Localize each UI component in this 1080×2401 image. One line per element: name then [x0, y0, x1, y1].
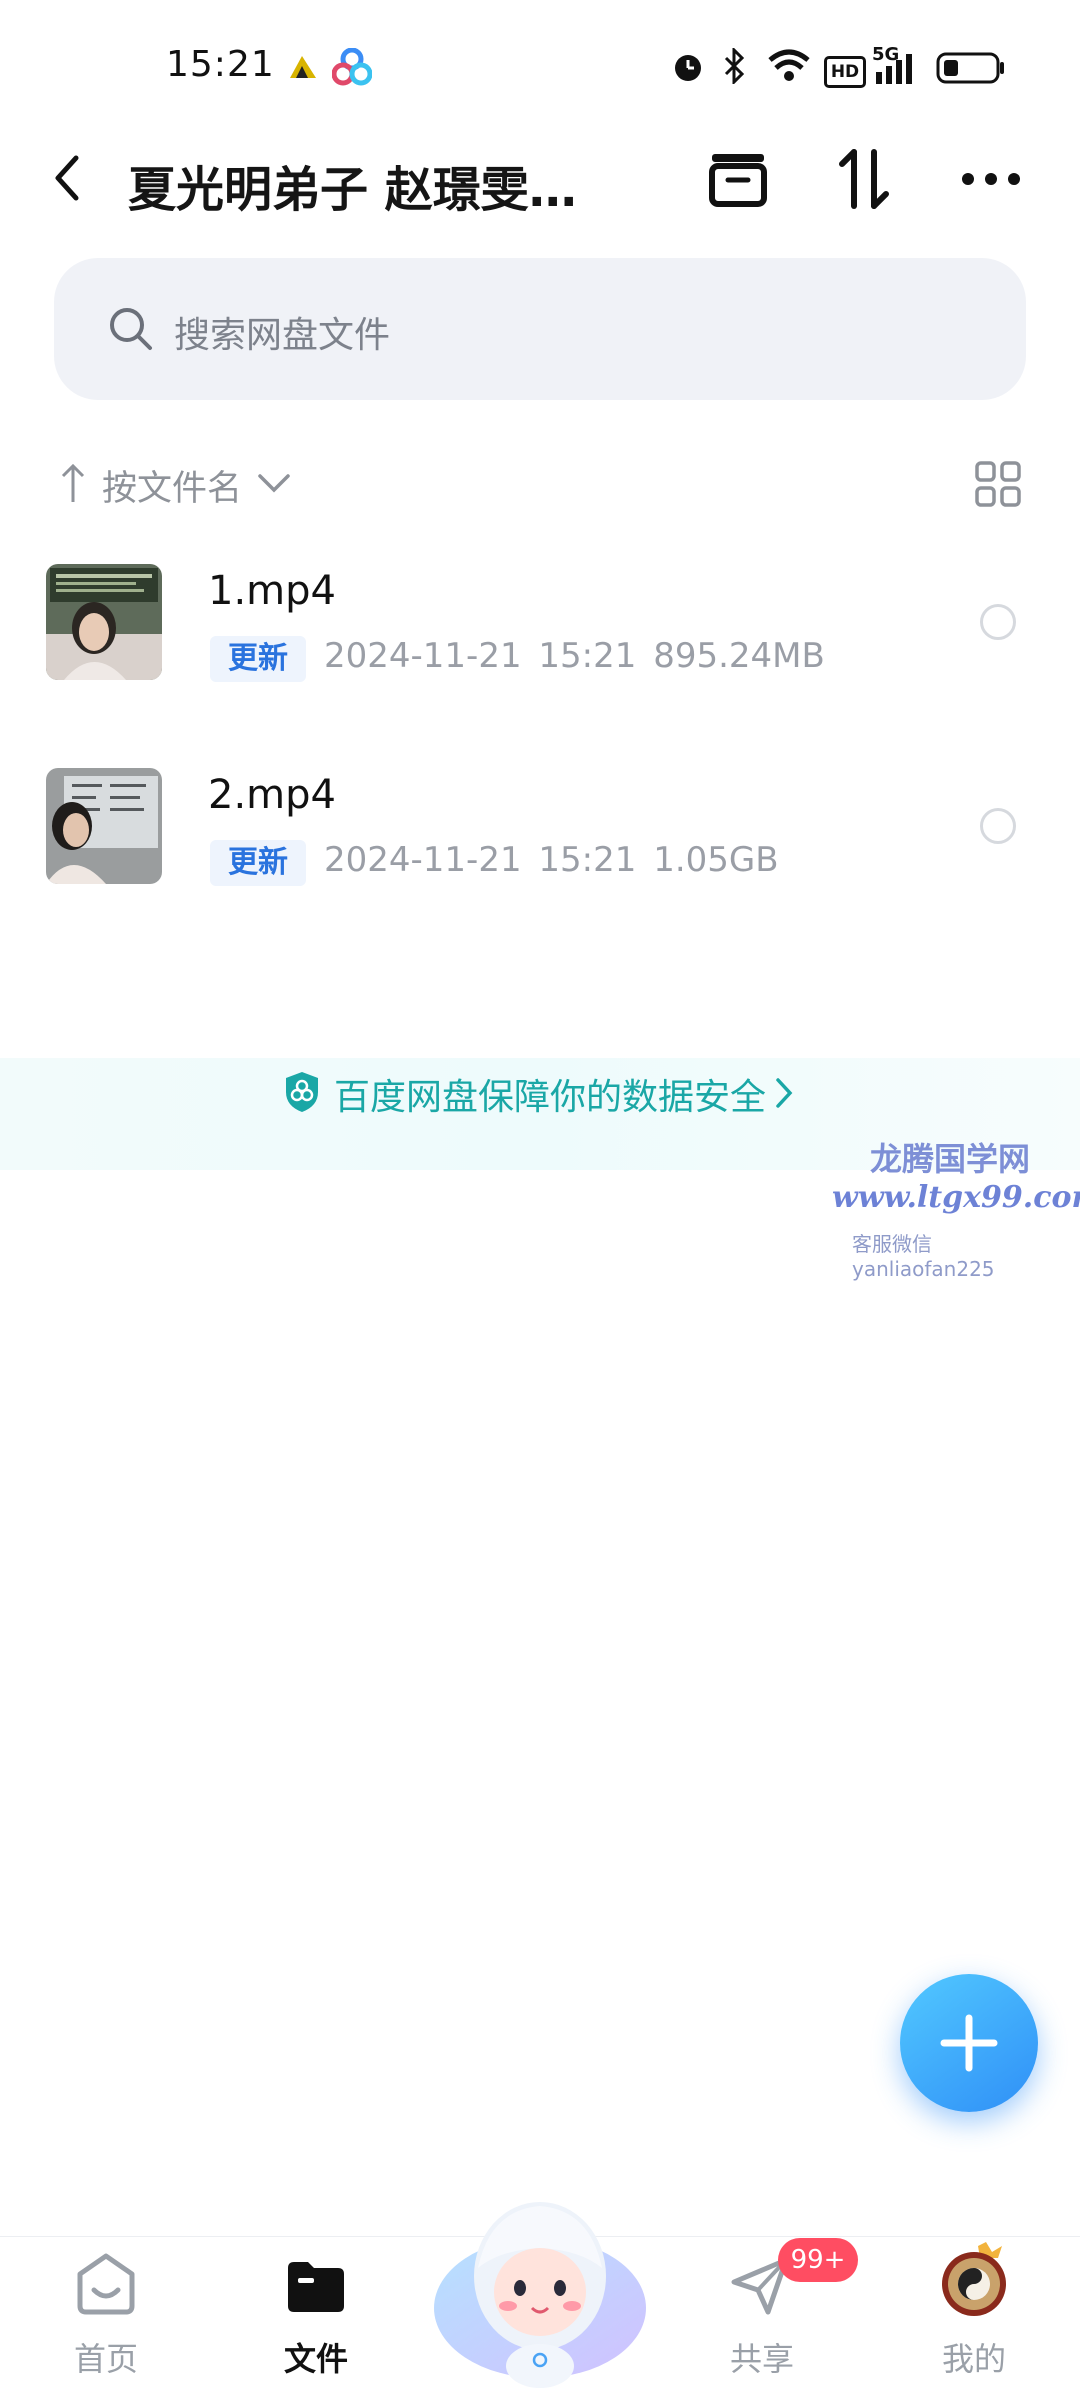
sort-by-name-button[interactable]: 按文件名 — [102, 460, 242, 511]
file-time: 15:21 — [538, 840, 637, 880]
bluetooth-icon — [724, 48, 745, 84]
share-notification-badge: 99+ — [778, 2238, 858, 2282]
wifi-icon — [768, 49, 810, 81]
file-time: 15:21 — [538, 636, 637, 676]
chevron-down-icon[interactable] — [256, 470, 292, 496]
update-tag: 更新 — [210, 636, 306, 682]
file-meta: 2024-11-21 15:21 1.05GB — [324, 840, 779, 880]
sort-direction-icon[interactable] — [58, 462, 88, 506]
nav-label-share[interactable]: 共享 — [692, 2334, 832, 2380]
archive-icon[interactable] — [706, 150, 772, 208]
status-time: 15:21 — [166, 44, 275, 85]
file-name: 1.mp4 — [208, 568, 336, 614]
more-icon[interactable] — [958, 164, 1024, 194]
file-size: 895.24MB — [653, 636, 825, 676]
status-bar: 15:21 HD 5G — [0, 0, 1080, 130]
home-icon — [77, 2253, 135, 2315]
list-item[interactable] — [0, 528, 1080, 728]
watermark-url: www.ltgx99.com — [832, 1180, 1080, 1215]
shield-icon — [286, 1072, 318, 1112]
nav-label-home[interactable]: 首页 — [36, 2334, 176, 2380]
security-banner-text[interactable]: 百度网盘保障你的数据安全 — [334, 1068, 766, 1120]
select-radio[interactable] — [980, 808, 1016, 844]
page-title: 夏光明弟子 赵璟雯... — [128, 162, 578, 218]
search-icon — [110, 308, 152, 350]
file-name: 2.mp4 — [208, 772, 336, 818]
nav-item-assistant[interactable] — [430, 2180, 650, 2390]
sort-order-icon[interactable] — [836, 146, 892, 212]
video-thumbnail — [46, 564, 162, 680]
file-meta: 2024-11-21 15:21 895.24MB — [324, 636, 825, 676]
upload-fab-button[interactable] — [900, 1974, 1038, 2112]
nav-label-profile[interactable]: 我的 — [904, 2334, 1044, 2380]
alarm-icon — [675, 55, 701, 81]
battery-icon — [936, 52, 1004, 84]
folder-icon — [288, 2262, 344, 2312]
baidu-netdisk-status-icon — [332, 48, 372, 86]
app-notification-icon — [290, 56, 316, 78]
file-size: 1.05GB — [653, 840, 779, 880]
file-date: 2024-11-21 — [324, 636, 522, 676]
file-date: 2024-11-21 — [324, 840, 522, 880]
back-icon[interactable] — [52, 154, 82, 202]
select-radio[interactable] — [980, 604, 1016, 640]
plus-icon — [940, 2014, 998, 2072]
hd-indicator: HD — [824, 56, 866, 88]
nav-label-files[interactable]: 文件 — [246, 2334, 386, 2380]
chevron-right-icon — [776, 1078, 793, 1108]
update-tag: 更新 — [210, 840, 306, 886]
signal-icon — [876, 54, 912, 84]
video-thumbnail — [46, 768, 162, 884]
watermark-contact: 客服微信 yanliaofan225 — [852, 1232, 995, 1281]
avatar-icon — [942, 2242, 1006, 2316]
grid-view-icon[interactable] — [974, 460, 1022, 508]
list-item[interactable] — [0, 732, 1080, 932]
watermark-title: 龙腾国学网 — [870, 1140, 1031, 1178]
search-placeholder[interactable]: 搜索网盘文件 — [174, 306, 390, 358]
mascot-icon — [434, 2202, 646, 2388]
